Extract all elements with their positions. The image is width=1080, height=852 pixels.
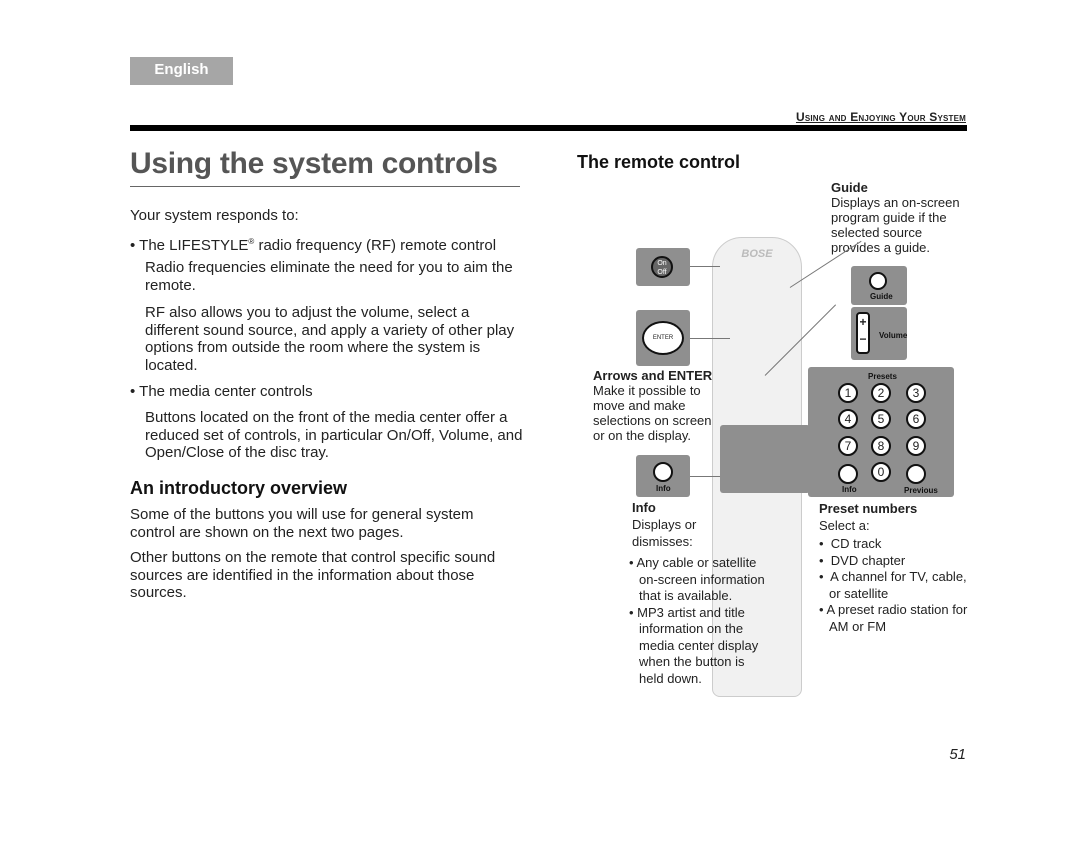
presets-info-label: Info [842,485,857,494]
arrows-text: Make it possible to move and make select… [593,383,712,443]
bullet-text: The LIFESTYLE [139,237,249,254]
bose-logo: BOSE [741,248,773,260]
presets-callout-box: Presets 1 2 3 4 5 6 7 8 9 0 Info Previou… [808,367,954,497]
on-off-callout-box: On Off [636,248,690,286]
info-button-icon [653,462,673,482]
presets-title: Preset numbers [819,501,918,516]
info-callout-box: Info [636,455,690,497]
preset-item: • CD track [819,536,882,551]
info-label: Info [656,484,671,493]
arrows-callout: Arrows and ENTER Make it possible to mov… [593,368,718,443]
presets-label: Presets [868,372,897,381]
preset-9: 9 [906,436,926,456]
preset-3: 3 [906,383,926,403]
preset-8: 8 [871,436,891,456]
on-off-button: On Off [651,256,673,278]
page-number: 51 [949,746,966,763]
volume-label: Volume [879,331,908,340]
preset-5: 5 [871,409,891,429]
info-item: • MP3 artist and title information on th… [629,604,759,686]
preset-item-text: DVD chapter [830,552,906,568]
overview-para-2: Other buttons on the remote that control… [130,549,496,601]
info-item-text: Any cable or satellite on-screen informa… [636,555,765,603]
info-item-text: MP3 artist and title information on the … [637,604,759,686]
language-tab: English [130,57,233,85]
previous-button [906,464,926,484]
preset-6: 6 [906,409,926,429]
preset-1: 1 [838,383,858,403]
preset-item-text: CD track [830,536,882,551]
enter-button: ENTER [642,321,684,355]
para-rf: Radio frequencies eliminate the need for… [145,259,513,294]
para-rf-also: RF also allows you to adjust the volume,… [145,304,515,374]
guide-text: Displays an on-screen program guide if t… [831,195,960,255]
presets-text: Select a: [819,517,870,533]
info-item: • Any cable or satellite on-screen infor… [629,555,765,603]
preset-item-text: A preset radio station for AM or FM [826,602,968,634]
info-title: Info [632,500,656,515]
guide-label: Guide [870,292,893,301]
guide-callout: Guide Displays an on-screen program guid… [831,180,971,255]
preset-item: • DVD chapter [819,552,906,568]
bullet-remote: • The LIFESTYLE® radio frequency (RF) re… [130,237,497,254]
preset-item: • A channel for TV, cable, or satellite [819,569,967,601]
preset-2: 2 [871,383,891,403]
preset-item: • A preset radio station for AM or FM [819,602,968,634]
info-callout: Info Displays or dismisses: • Any cable … [629,500,772,687]
guide-callout-box: Guide [851,266,907,305]
arrows-callout-box: ENTER [636,310,690,366]
header-rule [130,125,967,131]
remote-keypad-highlight [720,425,810,493]
title-rule [130,186,520,187]
guide-title: Guide [831,180,868,195]
info-text: Displays or dismisses: [632,517,697,549]
overview-heading: An introductory overview [130,478,348,498]
guide-button-icon [869,272,887,290]
intro-text: Your system responds to: [130,207,299,224]
presets-callout: Preset numbers Select a: • CD track • DV… [819,501,969,635]
page-title: Using the system controls [130,147,498,180]
remote-heading: The remote control [577,152,741,172]
info-button-small [838,464,858,484]
bullet-media-center: • The media center controls [130,383,313,400]
preset-item-text: A channel for TV, cable, or satellite [829,569,967,601]
previous-label: Previous [904,486,938,495]
arrows-title: Arrows and ENTER [593,368,713,383]
bullet-text: The media center controls [139,383,313,400]
bullet-text-rest: radio frequency (RF) remote control [254,237,497,254]
volume-callout-box: + − Volume [851,307,907,360]
overview-para-1: Some of the buttons you will use for gen… [130,506,474,541]
preset-4: 4 [838,409,858,429]
para-buttons: Buttons located on the front of the medi… [145,409,523,461]
preset-7: 7 [838,436,858,456]
running-head: Using and Enjoying Your System [795,110,966,124]
preset-0: 0 [871,462,891,482]
